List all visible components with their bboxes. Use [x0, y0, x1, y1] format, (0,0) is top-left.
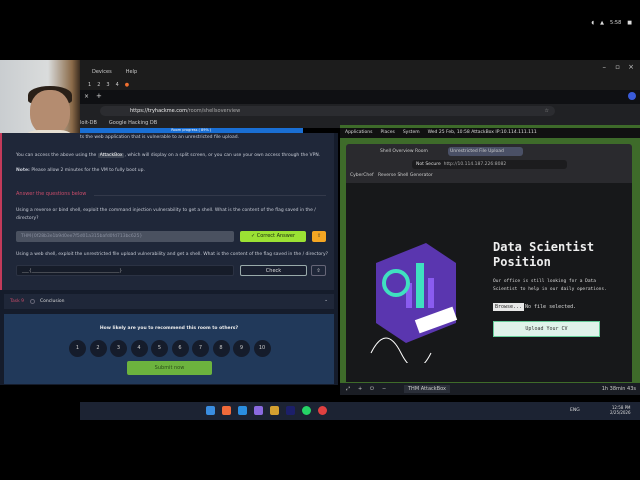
hint-button-1[interactable]: ⇧	[312, 231, 326, 242]
vm-url-input[interactable]: Not Secure http://10.114.187.226:8082	[412, 160, 567, 169]
room-content: ts the web application that is vulnerabl…	[0, 133, 338, 385]
explorer-icon[interactable]	[270, 406, 279, 415]
app-icon[interactable]	[222, 406, 231, 415]
rating-option-4[interactable]: 4	[130, 340, 148, 357]
question-1: Using a reverse or bind shell, exploit t…	[16, 208, 316, 213]
browser-urlbar: https://tryhackme.com/room/shellsovervie…	[80, 104, 640, 118]
page-heading: Data Scientist Position	[493, 240, 595, 269]
rating-option-8[interactable]: 8	[212, 340, 230, 357]
progress-label: Room progress ( 89% )	[171, 128, 212, 132]
rating-option-10[interactable]: 10	[253, 340, 271, 357]
taskbar-clock[interactable]: 12:58 PM 2/25/2026	[610, 405, 631, 415]
workspace-3[interactable]: 3	[106, 82, 109, 88]
tray-time: 5:58	[610, 20, 622, 26]
app-icon[interactable]	[254, 406, 263, 415]
lock-icon[interactable]: ■	[627, 20, 632, 26]
windows-taskbar: ENG 12:58 PM 2/25/2026	[80, 402, 640, 420]
maximize-icon[interactable]: ▫	[615, 63, 620, 71]
url-input[interactable]: https://tryhackme.com/room/shellsovervie…	[100, 106, 555, 116]
note-text: Note: Please allow 2 minutes for the VM …	[16, 168, 145, 173]
vm-menu-system[interactable]: System	[403, 130, 420, 135]
vm-topbar: Applications Places System Wed 25 Feb, 10:5…	[340, 128, 640, 138]
close-window-icon[interactable]	[628, 92, 636, 100]
bookmark-google-hacking-db[interactable]: Google Hacking DB	[109, 120, 157, 126]
vm-menu-applications[interactable]: Applications	[345, 130, 373, 135]
file-status: No file selected.	[525, 304, 577, 310]
access-text: You can access the above using the Attac…	[16, 153, 321, 158]
browse-button[interactable]: Browse...	[493, 303, 525, 311]
new-tab-button[interactable]: +	[96, 92, 102, 100]
divider	[94, 195, 326, 196]
vm-controls: ⤢ + ⏻ − THM AttackBox 1h 38min 43s	[340, 383, 640, 395]
vm-clock: Wed 25 Feb, 10:58 AttackBox IP:10.114.11…	[427, 130, 537, 135]
system-tray: ◖ ▲ 5:58 ■	[592, 20, 632, 26]
page-description: Our office is still looking for a Data S…	[493, 279, 607, 292]
correct-answer-button[interactable]: ✓ Correct Answer	[240, 231, 306, 242]
rating-option-1[interactable]: 1	[69, 340, 86, 357]
zoom-in-icon[interactable]: +	[358, 386, 362, 392]
question-1-cont: directory?	[16, 216, 39, 221]
browser-tabbar: × +	[80, 90, 640, 104]
whatsapp-icon[interactable]	[302, 406, 311, 415]
question-2: Using a web shell, exploit the unrestric…	[16, 252, 329, 257]
vm-tab-shell-overview[interactable]: Shell Overview Room	[378, 147, 448, 156]
rating-question: How likely are you to recommend this roo…	[99, 326, 239, 331]
workspace-4[interactable]: 4	[116, 82, 119, 88]
rating-card: How likely are you to recommend this roo…	[4, 314, 334, 384]
attackbox-tag: AttackBox	[97, 153, 125, 158]
minimize-icon[interactable]: –	[603, 63, 607, 71]
answer-1-input[interactable]: THM{0f28b3e1b9d0ee7f5d01a315bafd0fd713bc…	[16, 231, 234, 242]
task-status-icon	[30, 299, 35, 304]
vm-bookmark-cyberchef[interactable]: CyberChef	[350, 173, 374, 178]
chrome-icon[interactable]	[318, 406, 327, 415]
machine-label[interactable]: THM AttackBox	[404, 385, 450, 393]
task-title: Conclusion	[40, 299, 65, 304]
bell-icon[interactable]: ▲	[600, 20, 604, 26]
vm-tab-file-upload[interactable]: Unrestricted File Upload	[448, 147, 523, 156]
volume-icon[interactable]: ◖	[592, 20, 595, 26]
task-number: Task 9	[10, 299, 25, 304]
workspace-2[interactable]: 2	[97, 82, 100, 88]
menu-help[interactable]: Help	[126, 69, 137, 75]
rating-option-9[interactable]: 9	[233, 340, 250, 357]
vm-menu-places[interactable]: Places	[381, 130, 395, 135]
rating-option-6[interactable]: 6	[171, 340, 189, 357]
hero-illustration	[370, 243, 458, 363]
upload-page: Data Scientist Position Our office is st…	[346, 183, 632, 382]
zoom-out-icon[interactable]: −	[382, 386, 386, 392]
start-icon[interactable]	[206, 406, 215, 415]
fullscreen-icon[interactable]: ⤢	[346, 386, 350, 392]
intro-text: ts the web application that is vulnerabl…	[80, 135, 239, 140]
chevron-down-icon[interactable]: ⌄	[324, 298, 328, 303]
hint-button-2[interactable]: ⇧	[311, 265, 326, 276]
menu-devices[interactable]: Devices	[92, 69, 112, 75]
task-9-header[interactable]: Task 9 Conclusion ⌄	[4, 294, 334, 309]
check-button[interactable]: Check	[240, 265, 307, 276]
answer-2-input[interactable]: ___{____________________________________…	[16, 265, 234, 276]
workspace-1[interactable]: 1	[88, 82, 91, 88]
host-topbar: Devices Help 1 2 3 4 ● – ▫ ×	[80, 60, 640, 90]
task-card: ts the web application that is vulnerabl…	[0, 133, 334, 290]
premiere-icon[interactable]	[286, 406, 295, 415]
close-tab-icon[interactable]: ×	[84, 93, 89, 100]
rating-option-2[interactable]: 2	[89, 340, 107, 357]
close-icon[interactable]: ×	[628, 63, 634, 71]
vm-bookmark-revshell[interactable]: Reverse Shell Generator	[378, 173, 433, 178]
bookmark-exploit-db[interactable]: loit-DB	[80, 120, 97, 126]
answer-heading: Answer the questions below	[16, 191, 87, 197]
power-icon[interactable]: ⏻	[370, 386, 374, 392]
submit-button[interactable]: Submit now	[127, 361, 212, 375]
upload-cv-button[interactable]: Upload Your CV	[493, 321, 600, 337]
rating-option-3[interactable]: 3	[110, 340, 127, 357]
bookmark-star-icon[interactable]: ☆	[545, 108, 549, 114]
rating-option-7[interactable]: 7	[192, 340, 209, 357]
firefox-icon[interactable]: ●	[125, 82, 129, 88]
language-indicator[interactable]: ENG	[570, 408, 580, 413]
vm-timer: 1h 38min 43s	[601, 386, 636, 392]
vscode-icon[interactable]	[238, 406, 247, 415]
rating-option-5[interactable]: 5	[151, 340, 168, 357]
